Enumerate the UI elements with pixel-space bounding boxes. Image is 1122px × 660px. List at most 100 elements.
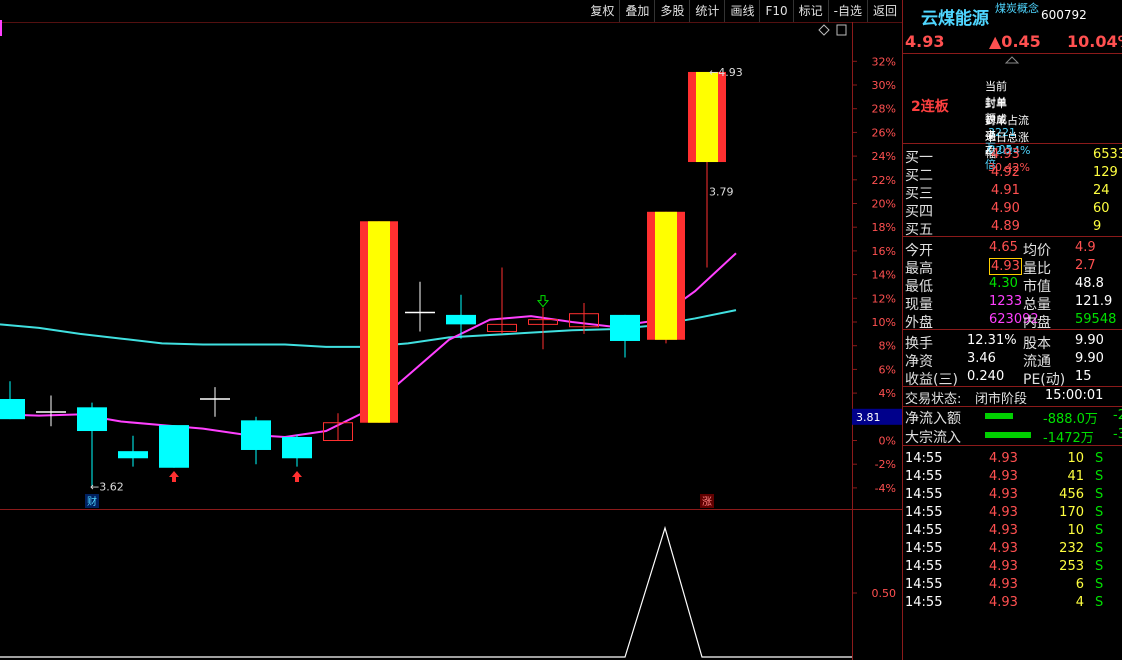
tick-price: 4.93: [989, 559, 1018, 574]
tick-row[interactable]: 14:55 4.93 10 S: [903, 450, 1122, 468]
flow-value: -888.0万: [1043, 412, 1098, 427]
tick-price: 4.93: [989, 577, 1018, 592]
tick-price: 4.93: [989, 469, 1018, 484]
tick-price: 4.93: [989, 505, 1018, 520]
stat-label: PE(动): [1023, 372, 1066, 388]
prev-high-annotation: 3.79: [709, 186, 734, 199]
y-axis-tick-label: 6%: [879, 363, 896, 376]
tick-time: 14:55: [905, 577, 943, 592]
quote-stats: 今开 4.65 均价 4.9 最高 4.93 量比 2.7 最低 4.30 市值 48.8 现量 1233…: [903, 237, 1122, 331]
stat-row: 外盘 623092 内盘 59548: [903, 311, 1122, 331]
candle[interactable]: [360, 221, 398, 423]
flow-extra: -2: [1113, 408, 1122, 423]
limit-up-seal-box: 2连板 当前封单额3221万 封单占成交0.05倍 封单占流通Z 2.24% 十日总涨幅…: [903, 54, 1122, 174]
price-change: ▲0.45: [989, 32, 1041, 51]
bid-volume: 9: [1093, 219, 1102, 234]
tick-time: 14:55: [905, 523, 943, 538]
tick-row[interactable]: 14:55 4.93 41 S: [903, 468, 1122, 486]
tick-time: 14:55: [905, 559, 943, 574]
y-axis-tick-label: -4%: [875, 482, 896, 495]
bid-row[interactable]: 买一4.936533: [903, 146, 1122, 166]
toolbar-button-3[interactable]: 统计: [689, 0, 724, 22]
stat-row: 收益(三) 0.240 PE(动) 15: [903, 368, 1122, 388]
tick-time: 14:55: [905, 505, 943, 520]
tick-side: S: [1095, 487, 1104, 502]
tick-volume: 10: [1067, 523, 1084, 538]
chart-toolbar: 复权 叠加 多股 统计 画线 F10 标记 -自选 返回: [585, 0, 902, 22]
flow-label: 净流入额: [905, 411, 961, 427]
collapse-arrow-icon[interactable]: [1003, 56, 1021, 64]
quote-panel: 云煤能源 煤炭概念 600792 4.93 ▲0.45 10.04% 2连板 当…: [902, 0, 1122, 660]
tick-volume: 456: [1059, 487, 1084, 502]
bid-row[interactable]: 买五 4.89 9: [903, 218, 1122, 238]
toolbar-button-4[interactable]: 画线: [724, 0, 759, 22]
stat-row: 最低 4.30 市值 48.8: [903, 275, 1122, 295]
tick-row[interactable]: 14:55 4.93 10 S: [903, 522, 1122, 540]
bid-row[interactable]: 买三 4.91 24: [903, 182, 1122, 202]
finance-marker[interactable]: 财: [87, 495, 97, 508]
stat-value: 59548: [1075, 312, 1117, 327]
candle[interactable]: [647, 211, 685, 344]
y-axis-tick-label: 32%: [872, 55, 896, 68]
tick-row[interactable]: 14:55 4.93 170 S: [903, 504, 1122, 522]
toolbar-button-8[interactable]: 返回: [866, 0, 902, 22]
bid-price: 4.90: [991, 201, 1020, 216]
y-axis-tick-label: 0%: [879, 435, 896, 448]
stat-value: 4.65: [989, 240, 1018, 255]
tick-volume: 41: [1067, 469, 1084, 484]
y-axis-tick-label: 30%: [872, 79, 896, 92]
stat-value: 1233: [989, 294, 1023, 309]
bid-price: 4.91: [991, 183, 1020, 198]
tick-row[interactable]: 14:55 4.93 456 S: [903, 486, 1122, 504]
toolbar-button-2[interactable]: 多股: [654, 0, 689, 22]
stat-row: 净资 3.46 流通 9.90: [903, 350, 1122, 370]
stock-concept[interactable]: 煤炭概念: [995, 0, 1039, 16]
flow-row: 净流入额 -888.0万 -2: [903, 407, 1122, 427]
limit-up-marker[interactable]: 涨: [702, 496, 712, 508]
y-axis-tick-label: 24%: [872, 150, 896, 163]
bid-label: 买五: [905, 222, 933, 238]
stat-value: 121.9: [1075, 294, 1113, 309]
stat-value: 0.240: [967, 369, 1005, 384]
tick-row[interactable]: 14:55 4.93 4 S: [903, 594, 1122, 612]
bid-price: 4.92: [991, 165, 1020, 180]
toolbar-button-5[interactable]: F10: [759, 0, 792, 22]
stock-name[interactable]: 云煤能源: [921, 4, 989, 29]
toolbar-button-7[interactable]: -自选: [827, 0, 867, 22]
y-axis-tick-label: 14%: [872, 269, 896, 282]
tick-volume: 10: [1067, 451, 1084, 466]
tick-side: S: [1095, 469, 1104, 484]
lower-axis-label: 0.50: [872, 587, 897, 600]
bid-row[interactable]: 买二 4.92 129: [903, 164, 1122, 184]
tick-row[interactable]: 14:55 4.93 6 S: [903, 576, 1122, 594]
toolbar-button-0[interactable]: 复权: [585, 0, 619, 22]
candle[interactable]: [159, 425, 189, 468]
trade-status-row: 交易状态: 闭市阶段 15:00:01: [903, 387, 1122, 407]
bid-volume: 129: [1093, 165, 1118, 180]
stat-row: 换手 12.31% 股本 9.90: [903, 332, 1122, 352]
y-axis-tick-label: 20%: [872, 198, 896, 211]
tick-list[interactable]: 14:55 4.93 10 S 14:55 4.93 41 S 14:55 4.93 456 S 14:…: [903, 446, 1122, 612]
stat-label: 收益(三): [905, 372, 958, 388]
low-price-annotation: ←3.62: [90, 481, 124, 494]
tick-side: S: [1095, 559, 1104, 574]
kline-chart-area[interactable]: 32% 30% 28% 26% 24% 22% 20% 18% 16% 14% 12% 10% 8% 6%…: [0, 0, 902, 660]
trade-status: 闭市阶段: [975, 392, 1028, 407]
toolbar-button-1[interactable]: 叠加: [619, 0, 654, 22]
bid-price: 4.89: [991, 219, 1020, 234]
bid-volume: 60: [1093, 201, 1110, 216]
tick-row[interactable]: 14:55 4.93 253 S: [903, 558, 1122, 576]
flow-row: 大宗流入 -1472万 -3: [903, 426, 1122, 446]
flow-label: 大宗流入: [905, 430, 961, 446]
stock-code: 600792: [1041, 8, 1087, 22]
capital-flows: 净流入额 -888.0万 -2 大宗流入 -1472万 -3: [903, 407, 1122, 446]
tick-row[interactable]: 14:55 4.93 232 S: [903, 540, 1122, 558]
toolbar-button-6[interactable]: 标记: [792, 0, 828, 22]
bid-row[interactable]: 买四 4.90 60: [903, 200, 1122, 220]
kline-chart[interactable]: 32% 30% 28% 26% 24% 22% 20% 18% 16% 14% 12% 10% 8% 6%…: [0, 0, 902, 660]
tick-volume: 4: [1075, 595, 1084, 610]
flow-value: -1472万: [1043, 431, 1094, 446]
y-axis-tick-label: 10%: [872, 316, 896, 329]
stat-value: 4.9: [1075, 240, 1096, 255]
tick-side: S: [1095, 523, 1104, 538]
